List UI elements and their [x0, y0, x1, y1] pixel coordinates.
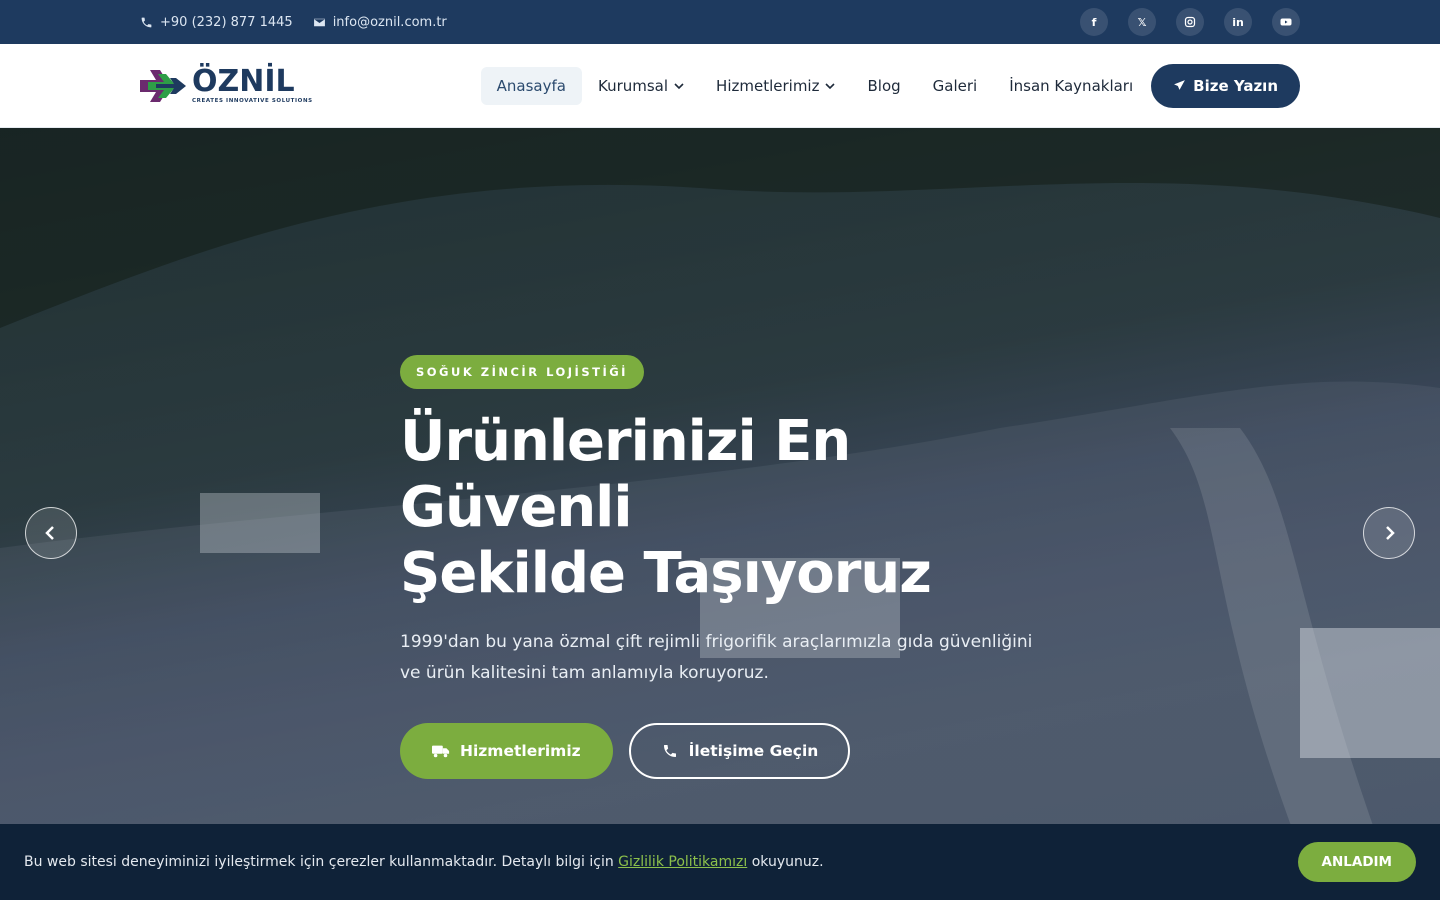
cookie-text-after: okuyunuz.: [747, 854, 824, 870]
social-links: f 𝕏 in: [1080, 8, 1300, 36]
logo-tagline: CREATES INNOVATIVE SOLUTIONS: [192, 98, 313, 104]
phone-icon: [141, 17, 152, 27]
facebook-icon: f: [1091, 15, 1097, 29]
envelope-icon: [313, 18, 325, 26]
youtube-link[interactable]: [1272, 8, 1300, 36]
services-button-label: Hizmetlerimiz: [460, 742, 581, 760]
phone-contact[interactable]: +90 (232) 877 1445: [140, 15, 293, 30]
hero-slider: SOĞUK ZİNCİR LOJİSTİĞİ Ürünlerinizi En G…: [0, 128, 1440, 900]
nav-label: Hizmetlerimiz: [716, 76, 820, 95]
phone-number: +90 (232) 877 1445: [160, 14, 293, 30]
cookie-accept-button[interactable]: ANLADIM: [1297, 842, 1416, 882]
cookie-text-before: Bu web sitesi deneyiminizi iyileştirmek …: [24, 854, 619, 870]
privacy-policy-link[interactable]: Gizlilik Politikamızı: [618, 854, 747, 870]
site-logo[interactable]: ÖZNİL CREATES INNOVATIVE SOLUTIONS: [140, 66, 313, 106]
main-navbar: ÖZNİL CREATES INNOVATIVE SOLUTIONS Anasa…: [0, 44, 1440, 128]
hero-title-line-1: Ürünlerinizi En Güvenli: [400, 409, 851, 540]
services-button[interactable]: Hizmetlerimiz: [400, 723, 613, 779]
cookie-text: Bu web sitesi deneyiminizi iyileştirmek …: [24, 854, 824, 870]
email-address: info@oznil.com.tr: [332, 14, 447, 30]
contact-cta-button[interactable]: Bize Yazın: [1151, 63, 1300, 108]
slider-next-button[interactable]: [1363, 507, 1415, 559]
nav-label: Kurumsal: [597, 76, 669, 95]
chevron-down-icon: [674, 82, 684, 89]
chevron-down-icon: [825, 82, 836, 89]
truck-icon: [432, 745, 450, 758]
nav-item-insan-kaynaklari[interactable]: İnsan Kaynakları: [993, 67, 1149, 105]
instagram-link[interactable]: [1176, 8, 1204, 36]
nav-menu: Anasayfa Kurumsal Hizmetlerimiz Blog Gal…: [480, 63, 1300, 108]
hero-content: SOĞUK ZİNCİR LOJİSTİĞİ Ürünlerinizi En G…: [400, 355, 1060, 779]
nav-item-galeri[interactable]: Galeri: [917, 67, 994, 105]
slider-prev-button[interactable]: [25, 507, 77, 559]
nav-item-hizmetlerimiz[interactable]: Hizmetlerimiz: [700, 67, 851, 105]
hero-badge: SOĞUK ZİNCİR LOJİSTİĞİ: [400, 355, 644, 389]
nav-item-anasayfa[interactable]: Anasayfa: [480, 66, 582, 105]
chevron-right-icon: [1386, 526, 1395, 540]
hero-title: Ürünlerinizi En Güvenli Şekilde Taşıyoru…: [400, 409, 1060, 607]
contact-info: +90 (232) 877 1445 info@oznil.com.tr: [140, 15, 447, 30]
x-twitter-link[interactable]: 𝕏: [1128, 8, 1156, 36]
phone-icon: [663, 745, 676, 757]
nav-label: Galeri: [932, 76, 978, 95]
nav-item-blog[interactable]: Blog: [851, 67, 916, 105]
cookie-banner: Bu web sitesi deneyiminizi iyileştirmek …: [0, 824, 1440, 900]
email-contact[interactable]: info@oznil.com.tr: [313, 15, 447, 30]
linkedin-icon: in: [1232, 15, 1244, 29]
nav-label: Blog: [867, 76, 901, 95]
top-bar: +90 (232) 877 1445 info@oznil.com.tr f 𝕏…: [0, 0, 1440, 44]
x-twitter-icon: 𝕏: [1137, 15, 1147, 29]
hero-subtitle: 1999'dan bu yana özmal çift rejimli frig…: [400, 632, 1033, 683]
logo-name: ÖZNİL: [192, 64, 295, 99]
hero-buttons: Hizmetlerimiz İletişime Geçin: [400, 723, 1060, 779]
chevron-left-icon: [45, 526, 54, 540]
facebook-link[interactable]: f: [1080, 8, 1108, 36]
linkedin-link[interactable]: in: [1224, 8, 1252, 36]
nav-item-kurumsal[interactable]: Kurumsal: [582, 67, 700, 105]
contact-us-button-label: İletişime Geçin: [688, 742, 819, 760]
nav-label: İnsan Kaynakları: [1009, 76, 1134, 95]
contact-us-button[interactable]: İletişime Geçin: [628, 723, 851, 779]
hero-title-line-2: Şekilde Taşıyoruz: [400, 541, 932, 606]
nav-label: Anasayfa: [496, 76, 566, 95]
youtube-icon: [1280, 18, 1292, 26]
paper-plane-icon: [1174, 80, 1186, 90]
cta-label: Bize Yazın: [1193, 76, 1278, 95]
instagram-icon: [1184, 16, 1196, 28]
logo-arrow-icon: [140, 69, 186, 102]
